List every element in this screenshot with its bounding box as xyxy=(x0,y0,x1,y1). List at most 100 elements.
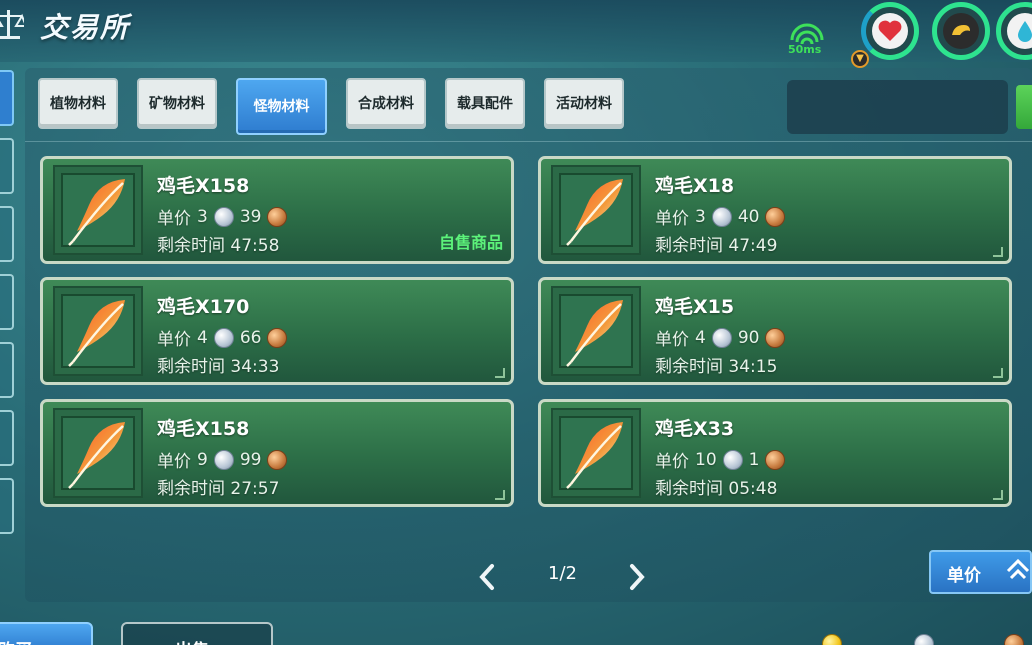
corner-mark-icon xyxy=(993,368,1003,378)
copper-amount: 99 xyxy=(239,449,262,470)
time-label: 剩余时间 xyxy=(157,357,225,377)
scale-icon xyxy=(0,10,24,39)
time-remaining: 47:49 xyxy=(728,236,778,256)
prev-page-icon[interactable] xyxy=(477,563,497,591)
corner-mark-icon xyxy=(993,247,1003,257)
buy-label: 购买 xyxy=(0,636,32,645)
pet-gauge[interactable] xyxy=(932,2,990,60)
side-tab-7[interactable] xyxy=(0,478,14,534)
time-row: 剩余时间 47:49 xyxy=(655,231,777,256)
item-icon-frame xyxy=(53,408,143,498)
tab-plant-materials[interactable]: 植物材料 xyxy=(38,78,118,129)
copper-amount: 1 xyxy=(748,449,760,470)
time-row: 剩余时间 05:48 xyxy=(655,474,777,499)
silver-coin-icon xyxy=(213,327,234,348)
price-row: 单价 4 90 xyxy=(655,325,786,350)
copper-coin-icon xyxy=(765,206,786,227)
time-row: 剩余时间 34:15 xyxy=(655,352,777,377)
listing-card[interactable]: 鸡毛X15 单价 4 90 剩余时间 34:15 xyxy=(538,277,1012,385)
heart-icon xyxy=(878,20,902,41)
corner-mark-icon xyxy=(495,368,505,378)
ping-value: 50ms xyxy=(788,43,822,56)
copper-coin-icon xyxy=(765,327,786,348)
listing-card[interactable]: 鸡毛X170 单价 4 66 剩余时间 34:33 xyxy=(40,277,514,385)
silver-coin-icon xyxy=(722,449,743,470)
next-page-icon[interactable] xyxy=(627,563,647,591)
pet-icon xyxy=(952,25,970,35)
feather-icon xyxy=(566,179,623,246)
listing-card[interactable]: 鸡毛X18 单价 3 40 剩余时间 47:49 xyxy=(538,156,1012,264)
copper-coin-icon xyxy=(267,449,288,470)
buy-tab-button[interactable]: 购买 xyxy=(0,622,93,645)
header-bar: 交易所 50ms ▼ xyxy=(0,0,1032,68)
time-label: 剩余时间 xyxy=(655,479,723,499)
health-gauge[interactable] xyxy=(861,2,919,60)
silver-coin-icon xyxy=(213,449,234,470)
silver-amount: 4 xyxy=(197,327,208,348)
feather-icon xyxy=(566,422,623,489)
item-name: 鸡毛X170 xyxy=(157,296,250,318)
time-label: 剩余时间 xyxy=(157,236,225,256)
listing-card[interactable]: 鸡毛X33 单价 10 1 剩余时间 05:48 xyxy=(538,399,1012,507)
item-icon-frame xyxy=(551,165,641,255)
item-icon-frame xyxy=(551,286,641,376)
silver-coin-icon xyxy=(914,634,934,645)
sort-label: 单价 xyxy=(947,566,981,586)
side-tab-3[interactable] xyxy=(0,206,14,262)
copper-coin-icon xyxy=(267,206,288,227)
listing-card[interactable]: 鸡毛X158 单价 9 99 剩余时间 27:57 xyxy=(40,399,514,507)
item-name: 鸡毛X15 xyxy=(655,296,735,318)
price-row: 单价 10 1 xyxy=(655,447,786,472)
tab-mineral-materials[interactable]: 矿物材料 xyxy=(137,78,217,129)
side-tab-6[interactable] xyxy=(0,410,14,466)
price-label: 单价 xyxy=(157,452,191,472)
item-name: 鸡毛X33 xyxy=(655,418,735,440)
sell-tab-button[interactable]: 出售 xyxy=(121,622,273,645)
item-name: 鸡毛X158 xyxy=(157,175,250,197)
water-gauge[interactable] xyxy=(996,2,1032,60)
copper-amount: 39 xyxy=(239,206,262,227)
silver-coin-icon xyxy=(711,327,732,348)
time-remaining: 05:48 xyxy=(728,479,778,499)
sort-by-price-button[interactable]: 单价 xyxy=(929,550,1032,594)
silver-amount: 9 xyxy=(197,449,208,470)
corner-mark-icon xyxy=(993,490,1003,500)
copper-coin-icon xyxy=(1004,634,1024,645)
side-tab-2[interactable] xyxy=(0,138,14,194)
price-label: 单价 xyxy=(655,330,689,350)
side-tab-1[interactable] xyxy=(0,70,14,126)
item-icon-frame xyxy=(53,286,143,376)
silver-amount: 3 xyxy=(695,206,706,227)
tab-monster-materials[interactable]: 怪物材料 xyxy=(236,78,327,135)
time-remaining: 47:58 xyxy=(230,236,280,256)
time-remaining: 34:33 xyxy=(230,357,280,377)
sort-arrows-icon xyxy=(1006,558,1030,580)
copper-coin-icon xyxy=(765,449,786,470)
time-label: 剩余时间 xyxy=(157,479,225,499)
search-button[interactable] xyxy=(1016,85,1032,129)
item-name: 鸡毛X158 xyxy=(157,418,250,440)
silver-coin-icon xyxy=(711,206,732,227)
page-indicator: 1/2 xyxy=(548,563,577,584)
time-label: 剩余时间 xyxy=(655,357,723,377)
gold-coin-icon xyxy=(822,634,842,645)
time-remaining: 27:57 xyxy=(230,479,280,499)
search-input[interactable] xyxy=(787,80,1008,134)
price-label: 单价 xyxy=(655,209,689,229)
feather-icon xyxy=(68,422,125,489)
price-label: 单价 xyxy=(655,452,689,472)
time-label: 剩余时间 xyxy=(655,236,723,256)
price-row: 单价 3 39 xyxy=(157,204,288,229)
price-row: 单价 3 40 xyxy=(655,204,786,229)
tab-event-materials[interactable]: 活动材料 xyxy=(544,78,624,129)
corner-mark-icon xyxy=(495,490,505,500)
tab-vehicle-parts[interactable]: 载具配件 xyxy=(445,78,525,129)
silver-amount: 3 xyxy=(197,206,208,227)
self-sale-tag: 自售商品 xyxy=(438,233,503,252)
tab-crafting-materials[interactable]: 合成材料 xyxy=(346,78,426,129)
side-tab-5[interactable] xyxy=(0,342,14,398)
sell-label: 出售 xyxy=(175,636,209,645)
listing-card[interactable]: 鸡毛X158 单价 3 39 剩余时间 47:58 自售商品 xyxy=(40,156,514,264)
feather-icon xyxy=(566,300,623,367)
side-tab-4[interactable] xyxy=(0,274,14,330)
